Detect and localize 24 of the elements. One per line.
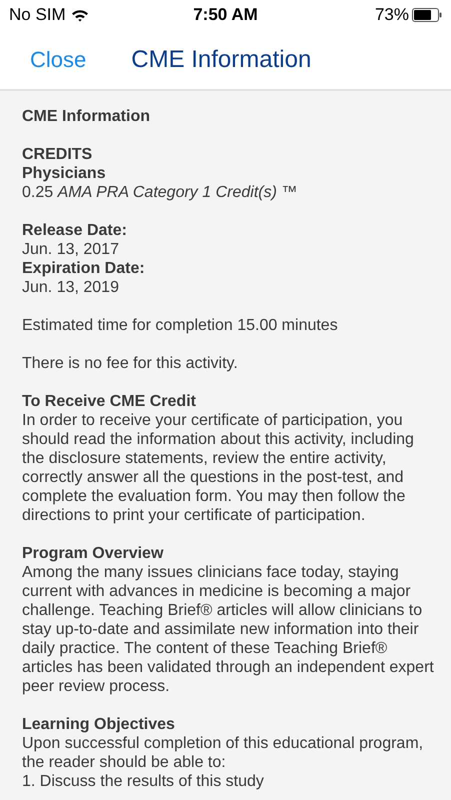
section-heading: CREDITS — [22, 145, 94, 164]
section-heading: Expiration Date: — [22, 259, 146, 278]
carrier-label: No SIM — [9, 4, 66, 26]
body-text: 0.25 AMA PRA Category 1 Credit(s) ™ — [22, 183, 298, 202]
body-text: Jun. 13, 2019 — [22, 278, 120, 297]
section-heading: Program Overview — [22, 544, 164, 563]
wifi-icon — [70, 8, 89, 22]
body-text: Estimated time for completion 15.00 minutes — [22, 316, 339, 335]
body-text: In order to receive your certificate of participation, you should read the information about this activity, including the disclosure statements, review the entire activity, correctly answer all the questions in the post-test, and complete the evaluation form. You may then follow the directions to print your certificate of participation. — [22, 411, 415, 525]
body-text: There is no fee for this activity. — [22, 354, 239, 373]
battery-percent: 73% — [374, 4, 409, 26]
body-text: Among the many issues clinicians face today, staying current with advances in medicine is becoming a major challenge. Teaching Brief® articles will allow clinicians to stay up-to-date and assimilate new information into their daily practice. The content of these Teaching Brief® articles has been validated through an independent expert peer review process. — [22, 563, 435, 696]
body-text: Jun. 13, 2017 — [22, 240, 120, 259]
close-button[interactable]: Close — [30, 43, 86, 76]
clock-time: 7:50 AM — [193, 4, 258, 26]
section-heading: Release Date: — [22, 221, 128, 240]
battery-icon — [412, 8, 442, 22]
section-heading: CME Information — [22, 107, 151, 126]
body-text: 1. Discuss the results of this study — [22, 772, 265, 791]
body-text: Upon successful completion of this educational program, the reader should be able to: — [22, 734, 424, 772]
section-heading: Physicians — [22, 164, 107, 183]
nav-title: CME Information — [131, 44, 312, 74]
section-heading: Learning Objectives — [22, 715, 176, 734]
section-heading: To Receive CME Credit — [22, 392, 197, 411]
